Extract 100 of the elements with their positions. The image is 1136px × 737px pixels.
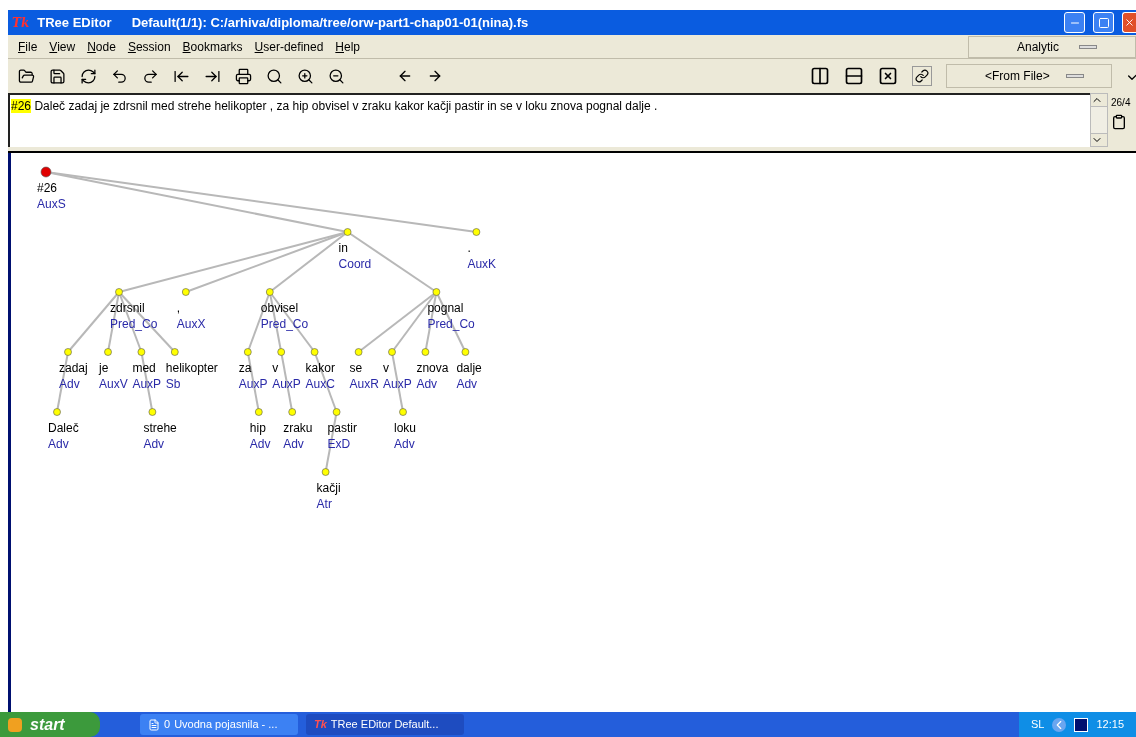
node-function: Pred_Co — [427, 316, 475, 332]
node-function: AuxP — [383, 376, 412, 392]
node-word: loku — [394, 420, 416, 436]
tree-node[interactable] — [421, 348, 430, 356]
vertical-split-icon[interactable] — [810, 66, 830, 86]
node-function: AuxS — [37, 196, 66, 212]
menu-item[interactable]: Help — [335, 37, 360, 56]
node-function: AuxP — [272, 376, 301, 392]
node-word: in — [338, 240, 349, 256]
taskbar-button[interactable]: Tk TRee EDitor Default... — [306, 714, 464, 735]
tree-node[interactable] — [277, 348, 285, 356]
task-label: Uvodna pojasnila - ... — [174, 717, 278, 733]
tree-node[interactable] — [461, 348, 470, 356]
scrollbar[interactable] — [1090, 93, 1108, 147]
zoom-in-icon[interactable] — [297, 67, 314, 85]
open-folder-icon[interactable] — [18, 67, 35, 85]
style-dropdown[interactable]: <From File> — [946, 64, 1112, 88]
refresh-icon[interactable] — [80, 67, 97, 85]
clock: 12:15 — [1096, 717, 1124, 733]
document-icon — [148, 718, 160, 731]
node-function: AuxC — [305, 376, 335, 392]
tree-node[interactable] — [104, 348, 112, 356]
node-word: znova — [416, 360, 449, 376]
forward-arrow-icon[interactable] — [427, 68, 443, 84]
taskbar-button[interactable]: 0 Uvodna pojasnila - ... — [140, 714, 298, 735]
zoom-out-icon[interactable] — [328, 67, 345, 85]
node-word: pastir — [327, 420, 357, 436]
node-function: AuxP — [132, 376, 162, 392]
search-icon[interactable] — [266, 67, 283, 85]
node-word: #26 — [37, 180, 59, 196]
tree-node[interactable] — [171, 348, 179, 356]
menu-item[interactable]: Bookmarks — [182, 37, 243, 56]
horizontal-split-icon[interactable] — [844, 66, 864, 86]
tree-node[interactable] — [266, 288, 274, 296]
node-function: Coord — [338, 256, 372, 272]
node-function: AuxP — [238, 376, 268, 392]
link-icon[interactable] — [912, 66, 932, 86]
tree-node[interactable] — [148, 408, 157, 416]
tree-node[interactable] — [137, 348, 146, 356]
tree-node[interactable] — [244, 348, 252, 356]
node-function: AuxV — [99, 376, 128, 392]
node-word: helikopter — [165, 360, 218, 376]
tree-node[interactable] — [343, 228, 352, 236]
node-word: Daleč — [48, 420, 79, 436]
tray-app-icon[interactable] — [1074, 717, 1089, 732]
sentence-text: #26 Daleč zadaj je zdrsnil med strehe helikopter , za hip obvisel v zraku kakor kačji pastir in se v loku znova pognal dalje . — [11, 99, 658, 113]
node-function: Adv — [416, 376, 439, 392]
node-function: Atr — [316, 496, 333, 512]
node-word: je — [99, 360, 110, 376]
tree-node[interactable] — [255, 408, 263, 416]
redo-icon[interactable] — [142, 67, 159, 85]
maximize-icon — [1097, 16, 1110, 29]
menu-item[interactable]: Session — [127, 37, 171, 56]
node-word: kakor — [305, 360, 335, 376]
tree-node[interactable] — [115, 288, 123, 296]
node-function: Pred_Co — [260, 316, 309, 332]
start-button[interactable]: start — [0, 712, 100, 737]
minimize-button[interactable] — [1064, 12, 1085, 33]
back-arrow-icon[interactable] — [397, 68, 413, 84]
menu-item[interactable]: User-defined — [254, 37, 324, 56]
node-function: AuxR — [349, 376, 379, 392]
node-word: v — [383, 360, 390, 376]
tree-node[interactable] — [399, 408, 407, 416]
tree-node[interactable] — [332, 408, 341, 416]
tree-node[interactable] — [354, 348, 363, 356]
clipboard-icon[interactable] — [1111, 114, 1127, 130]
tree-node[interactable] — [432, 288, 441, 296]
save-icon[interactable] — [49, 67, 66, 85]
expand-tray-icon[interactable] — [1052, 717, 1067, 732]
node-word: zdrsnil — [110, 300, 146, 316]
windows-logo-icon — [8, 717, 22, 732]
tree-node[interactable] — [64, 348, 72, 356]
tree-position: 26/4 — [1111, 96, 1132, 110]
menu-item[interactable]: View — [49, 37, 76, 56]
tree-node[interactable] — [472, 228, 481, 236]
node-word: . — [467, 240, 472, 256]
node-function: AuxX — [176, 316, 206, 332]
maximize-button[interactable] — [1093, 12, 1114, 33]
dropdown-indicator-icon — [1065, 74, 1084, 78]
close-button[interactable] — [1122, 12, 1136, 33]
tree-node[interactable] — [40, 166, 52, 178]
close-frame-icon[interactable] — [878, 66, 898, 86]
node-function: Pred_Co — [110, 316, 158, 332]
undo-icon[interactable] — [111, 67, 128, 85]
mode-dropdown[interactable]: Analytic — [968, 35, 1136, 58]
menu-item[interactable]: File — [18, 37, 38, 56]
tree-node[interactable] — [310, 348, 319, 356]
tree-node[interactable] — [321, 468, 330, 476]
task-logo: Tk — [314, 717, 327, 733]
tree-node[interactable] — [53, 408, 61, 416]
node-function: Sb — [165, 376, 182, 392]
menu-item[interactable]: Node — [87, 37, 116, 56]
task-label: TRee EDitor Default... — [330, 717, 439, 733]
print-icon[interactable] — [235, 67, 252, 85]
node-word: zadaj — [59, 360, 88, 376]
tree-node[interactable] — [182, 288, 190, 296]
node-function: Adv — [249, 436, 271, 452]
node-function: Adv — [394, 436, 416, 452]
tree-node[interactable] — [288, 408, 296, 416]
tree-node[interactable] — [388, 348, 396, 356]
